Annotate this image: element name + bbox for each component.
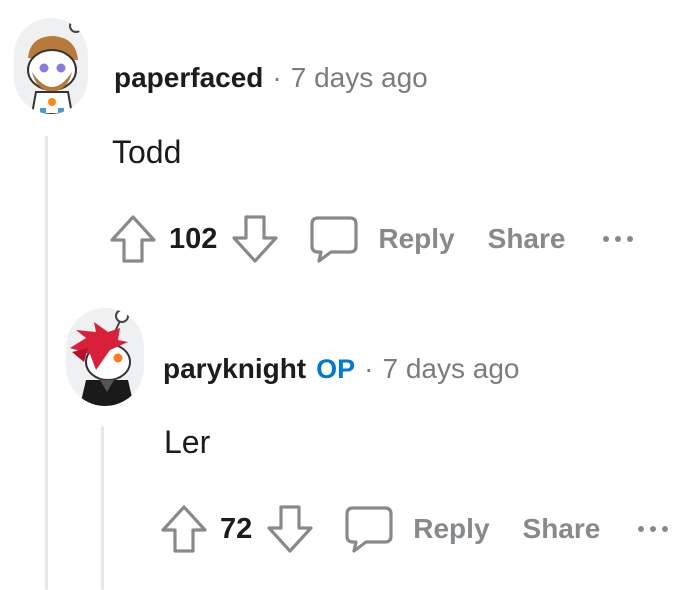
separator: · [272,62,282,93]
comment-actions: 72 Reply Share [160,504,669,554]
timestamp[interactable]: 7 days ago [291,62,428,94]
username[interactable]: paperfaced [114,62,263,94]
upvote-icon[interactable] [160,504,208,554]
reply-button[interactable]: Reply [413,513,489,545]
upvote-icon[interactable] [109,214,157,264]
ellipsis-icon[interactable] [603,236,634,242]
username[interactable]: paryknight [163,353,306,385]
ellipsis-icon[interactable] [638,526,669,532]
reply-button[interactable]: Reply [378,223,454,255]
comment-actions: 102 Reply Share [109,214,634,264]
share-button[interactable]: Share [523,513,601,545]
comment-body: Todd [112,134,182,170]
op-badge: OP [316,354,356,384]
avatar[interactable] [66,308,144,406]
comment-icon[interactable] [309,214,359,264]
thread-line-root[interactable] [45,136,48,590]
downvote-icon[interactable] [266,504,314,554]
thread-line-reply[interactable] [101,426,104,590]
comment-body: Ler [164,424,211,460]
vote-score: 72 [220,512,253,545]
timestamp[interactable]: 7 days ago [382,353,519,385]
downvote-icon[interactable] [231,214,279,264]
avatar[interactable] [14,18,88,114]
separator: · [364,353,374,384]
vote-score: 102 [169,222,218,255]
comment-meta: paryknight OP · 7 days ago [163,353,519,385]
share-button[interactable]: Share [488,223,566,255]
comment-meta: paperfaced · 7 days ago [114,62,428,94]
comment-icon[interactable] [344,504,394,554]
